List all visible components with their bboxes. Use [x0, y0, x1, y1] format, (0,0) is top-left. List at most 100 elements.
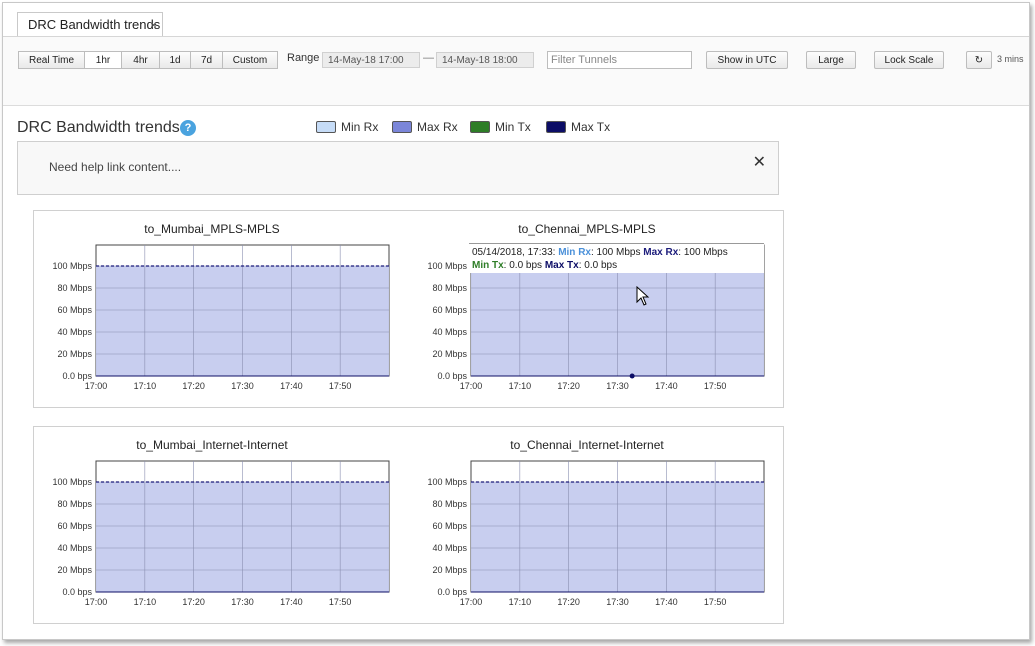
y-tick-label: 60 Mbps [57, 305, 92, 315]
1d-button[interactable]: 1d [159, 51, 191, 69]
tooltip-max-tx-value: : 0.0 bps [578, 260, 618, 271]
filter-tunnels-input[interactable] [547, 51, 692, 69]
tooltip-max-tx-label: Max Tx [544, 260, 579, 271]
legend-item-max-rx[interactable]: Max Rx [392, 120, 458, 135]
x-tick-label: 17:50 [704, 597, 727, 607]
tab-close-icon[interactable]: × [150, 13, 157, 37]
y-tick-label: 0.0 bps [62, 587, 92, 597]
7d-button[interactable]: 7d [190, 51, 223, 69]
x-tick-label: 17:40 [280, 597, 303, 607]
1hr-button[interactable]: 1hr [84, 51, 122, 69]
y-tick-label: 60 Mbps [57, 521, 92, 531]
x-tick-label: 17:50 [329, 597, 352, 607]
close-icon[interactable]: ✕ [753, 152, 766, 172]
real-time-button[interactable]: Real Time [18, 51, 85, 69]
x-tick-label: 17:00 [460, 597, 483, 607]
legend-item-min-rx[interactable]: Min Rx [316, 120, 378, 135]
x-tick-label: 17:40 [280, 381, 303, 391]
y-tick-label: 80 Mbps [57, 283, 92, 293]
y-tick-label: 0.0 bps [62, 371, 92, 381]
x-tick-label: 17:40 [655, 597, 678, 607]
tooltip-date: 05/14/2018, 17:33: [472, 247, 556, 258]
x-tick-label: 17:50 [704, 381, 727, 391]
y-tick-label: 80 Mbps [432, 499, 467, 509]
x-tick-label: 17:00 [460, 381, 483, 391]
range-end-field[interactable]: 14-May-18 18:00 [436, 52, 534, 68]
refresh-icon: ↻ [974, 55, 984, 66]
x-tick-label: 17:10 [134, 597, 157, 607]
chart-mumbai-internet[interactable]: 17:00 17:10 17:20 17:30 17:40 17:50 0.0 bps 20 … [52, 460, 390, 607]
x-tick-label: 17:10 [134, 381, 157, 391]
refresh-interval: 3 mins [997, 54, 1024, 64]
hover-marker [629, 373, 635, 379]
y-tick-label: 80 Mbps [432, 283, 467, 293]
y-tick-label: 20 Mbps [432, 349, 467, 359]
x-tick-label: 17:00 [85, 597, 108, 607]
x-tick-label: 17:30 [231, 381, 254, 391]
custom-button[interactable]: Custom [222, 51, 278, 69]
tooltip-max-rx-value: : 100 Mbps [678, 247, 728, 258]
x-tick-label: 17:00 [85, 381, 108, 391]
tooltip-min-rx-value: : 100 Mbps [590, 247, 641, 258]
refresh-button[interactable]: ↻ [966, 51, 992, 69]
legend-swatch [470, 121, 490, 133]
chart-title: to_Chennai_Internet-Internet [510, 438, 664, 452]
range-label: Range [287, 52, 320, 64]
x-tick-label: 17:20 [182, 381, 205, 391]
legend-swatch [316, 121, 336, 133]
help-icon[interactable]: ? [180, 120, 196, 136]
legend-label: Max Rx [417, 120, 458, 134]
mouse-cursor-icon [636, 286, 650, 306]
chart-title: to_Chennai_MPLS-MPLS [518, 222, 656, 236]
help-text: Need help link content.... [49, 160, 182, 174]
chart-mumbai-mpls[interactable]: 17:00 17:10 17:20 17:30 17:40 17:50 0.0 bps 20 … [52, 244, 390, 391]
x-tick-label: 17:30 [606, 381, 629, 391]
legend-item-max-tx[interactable]: Max Tx [546, 120, 610, 135]
legend-item-min-tx[interactable]: Min Tx [470, 120, 531, 135]
y-tick-label: 100 Mbps [52, 477, 92, 487]
x-tick-label: 17:30 [606, 597, 629, 607]
y-tick-label: 100 Mbps [427, 261, 467, 271]
tab-drc-bandwidth-trends[interactable]: DRC Bandwidth trends × [17, 12, 163, 36]
y-tick-label: 0.0 bps [437, 371, 467, 381]
tooltip-min-tx-label: Min Tx [472, 260, 504, 271]
x-tick-label: 17:20 [557, 381, 580, 391]
y-tick-label: 100 Mbps [52, 261, 92, 271]
legend-label: Max Tx [571, 120, 611, 134]
y-tick-label: 40 Mbps [57, 543, 92, 553]
legend-swatch [392, 121, 412, 133]
large-button[interactable]: Large [806, 51, 856, 69]
legend-label: Min Tx [495, 120, 531, 134]
x-tick-label: 17:20 [182, 597, 205, 607]
x-tick-label: 17:10 [509, 597, 532, 607]
y-tick-label: 20 Mbps [57, 349, 92, 359]
tab-label: DRC Bandwidth trends [28, 17, 161, 32]
4hr-button[interactable]: 4hr [121, 51, 160, 69]
y-tick-label: 80 Mbps [57, 499, 92, 509]
y-tick-label: 0.0 bps [437, 587, 467, 597]
y-tick-label: 100 Mbps [427, 477, 467, 487]
show-in-utc-button[interactable]: Show in UTC [706, 51, 788, 69]
lock-scale-button[interactable]: Lock Scale [874, 51, 944, 69]
legend-label: Min Rx [341, 120, 379, 134]
y-tick-label: 20 Mbps [57, 565, 92, 575]
toolbar: Real Time 1hr 4hr 1d 7d Custom Range 14-… [3, 37, 1029, 106]
tooltip-min-tx-value: : 0.0 bps [503, 260, 543, 271]
help-box: Need help link content.... ✕ [17, 141, 779, 195]
y-tick-label: 60 Mbps [432, 521, 467, 531]
range-separator: — [423, 52, 434, 64]
chart-tooltip: 05/14/2018, 17:33: Min Rx: 100 Mbps Max … [469, 243, 764, 273]
x-tick-label: 17:50 [329, 381, 352, 391]
x-tick-label: 17:10 [509, 381, 532, 391]
legend-swatch [546, 121, 566, 133]
tooltip-min-rx-label: Min Rx [558, 247, 591, 258]
range-start-field[interactable]: 14-May-18 17:00 [322, 52, 420, 68]
chart-chennai-internet[interactable]: 17:00 17:10 17:20 17:30 17:40 17:50 0.0 bps 20 … [427, 460, 765, 607]
tab-bar: DRC Bandwidth trends × [3, 3, 1029, 37]
chart-title: to_Mumbai_Internet-Internet [136, 438, 288, 452]
y-tick-label: 60 Mbps [432, 305, 467, 315]
chart-title: to_Mumbai_MPLS-MPLS [144, 222, 280, 236]
y-tick-label: 40 Mbps [57, 327, 92, 337]
x-tick-label: 17:20 [557, 597, 580, 607]
y-tick-label: 40 Mbps [432, 543, 467, 553]
